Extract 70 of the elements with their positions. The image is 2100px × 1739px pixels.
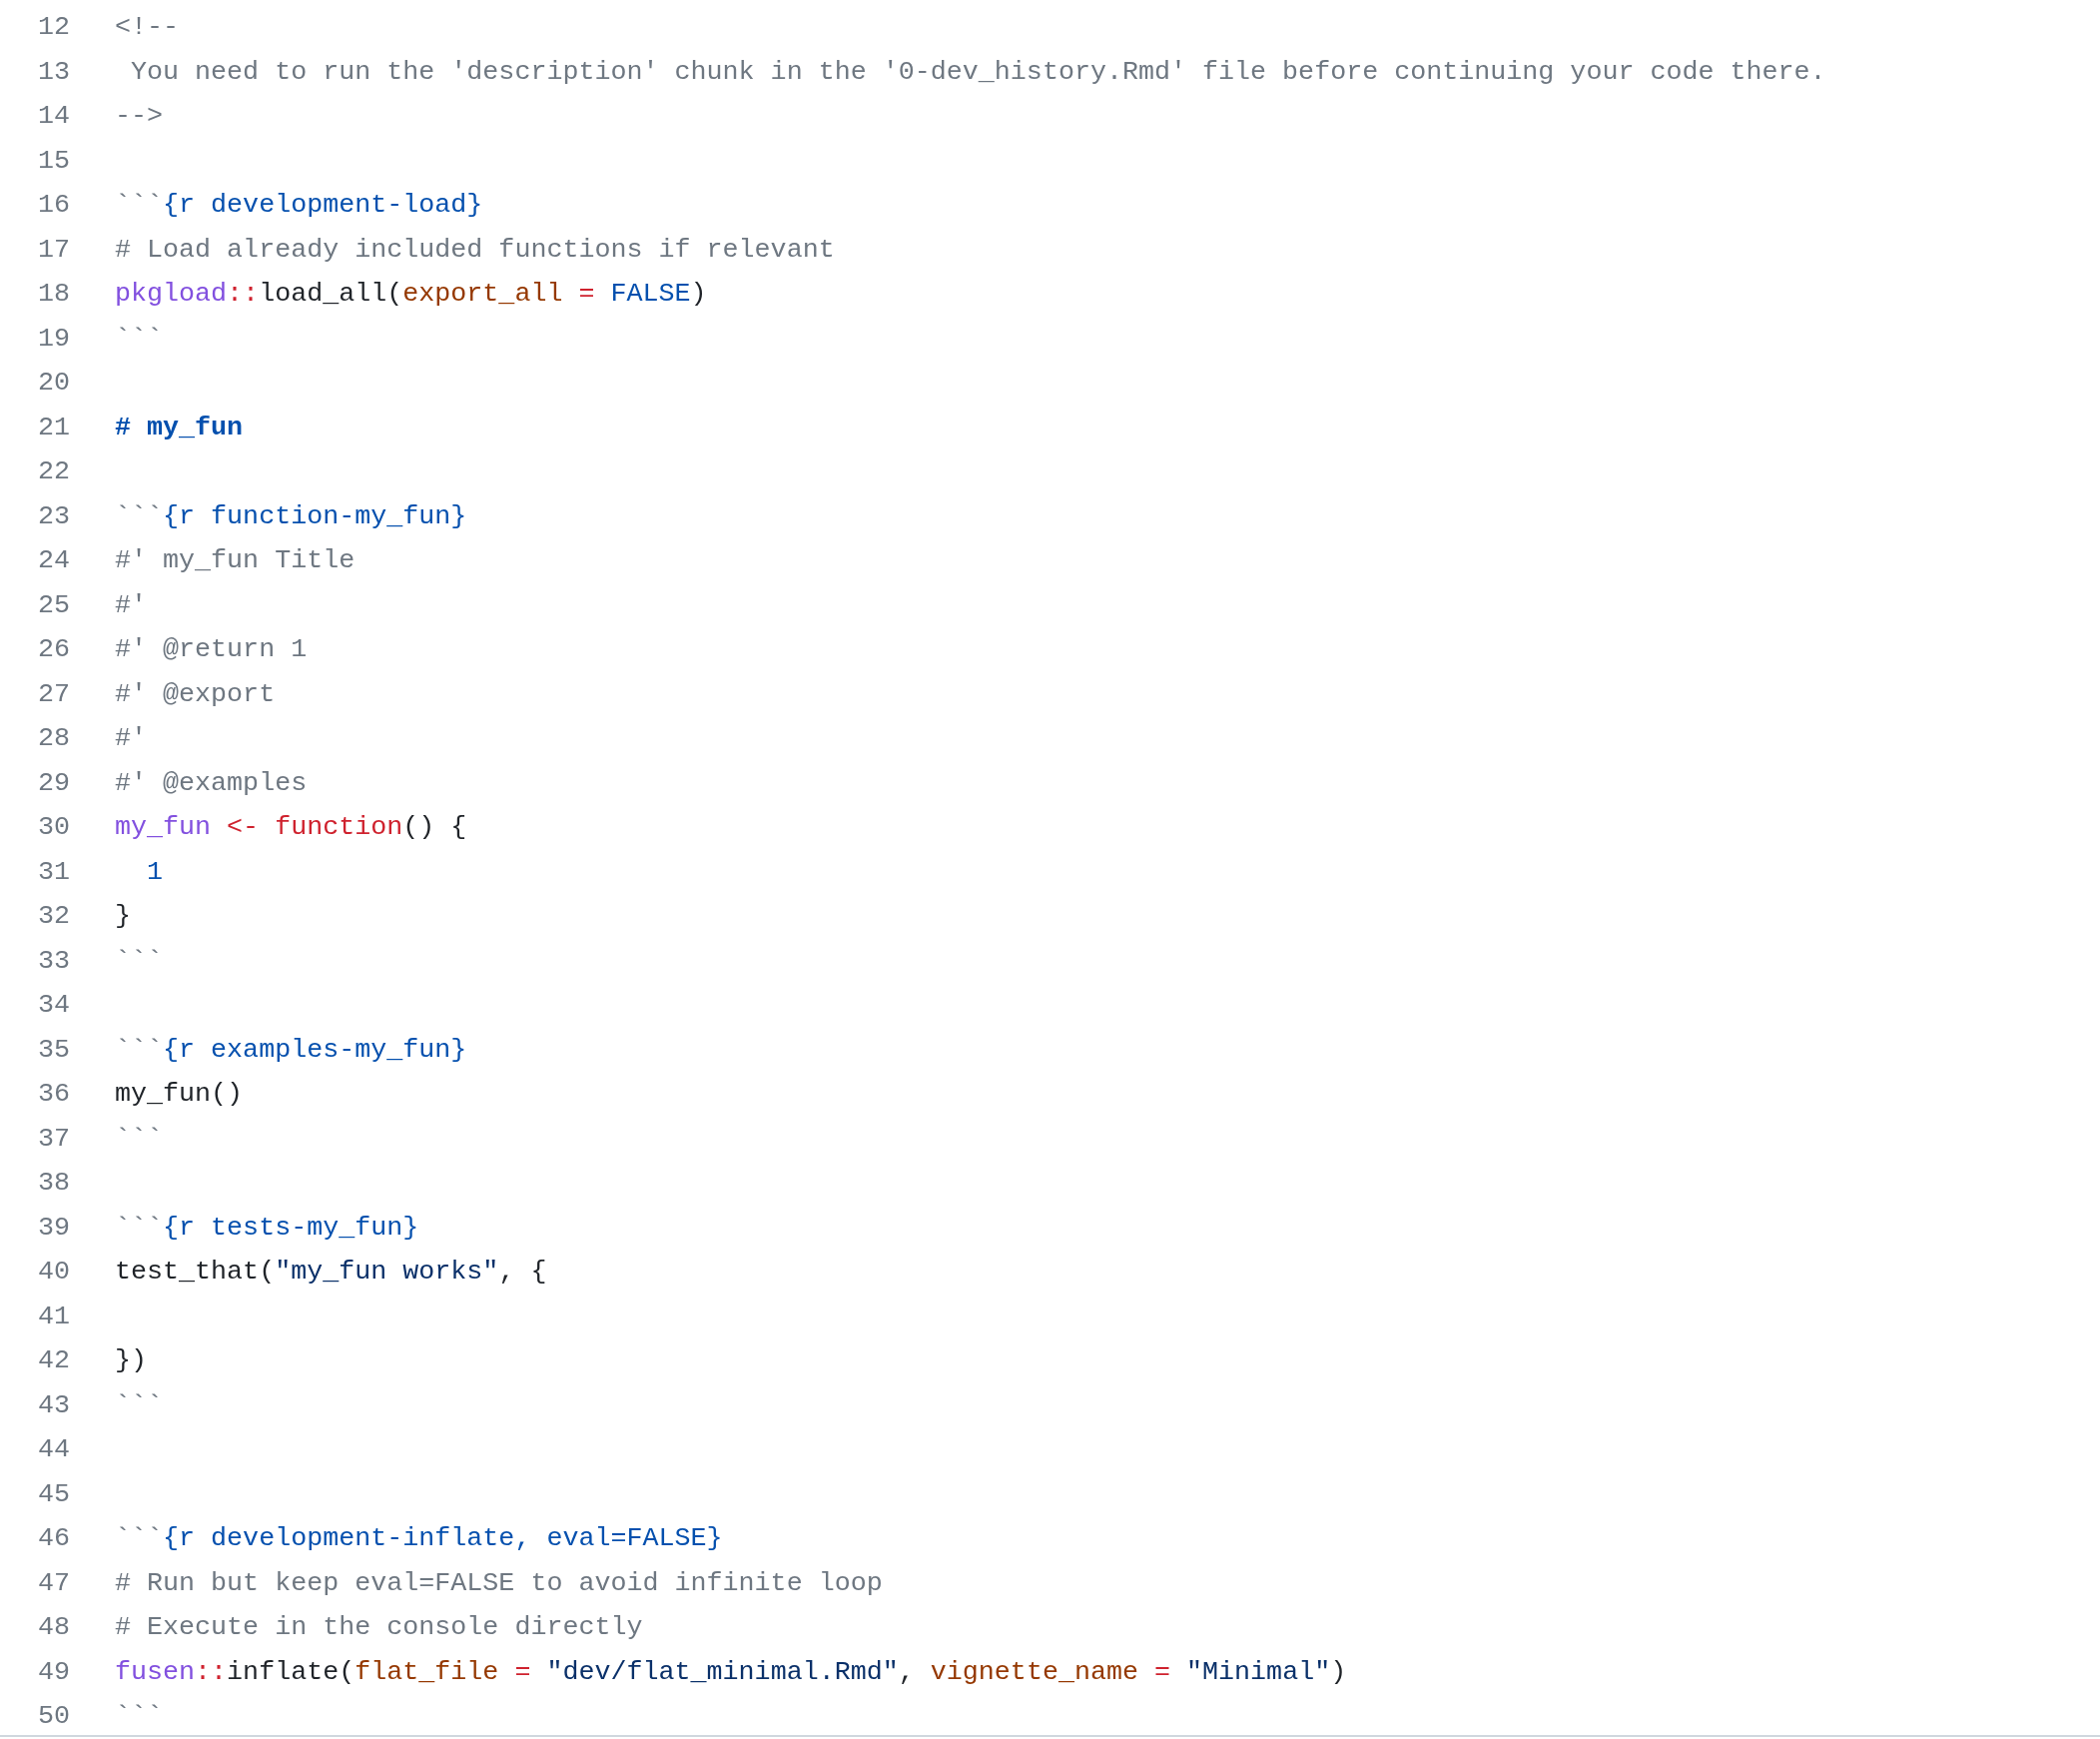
line-number: 34 — [36, 990, 70, 1021]
code-line: my_fun() — [115, 1079, 244, 1110]
line-number: 23 — [36, 500, 70, 531]
line-number: 14 — [36, 101, 70, 132]
code-line: # Run but keep eval=FALSE to avoid infinite loop — [115, 1567, 883, 1598]
code-line: #' — [115, 723, 148, 754]
code-line: #' — [115, 589, 148, 620]
line-number: 49 — [36, 1656, 70, 1687]
code-line: fusen::inflate(flat_file = "dev/flat_minimal.Rmd", vignette_name = "Minimal") — [115, 1656, 1347, 1687]
code-line: # Load already included functions if relevant — [115, 234, 835, 265]
code-line: ``` — [115, 323, 164, 354]
code-line: }) — [115, 1345, 148, 1376]
line-number: 35 — [36, 1034, 70, 1065]
line-number: 47 — [36, 1567, 70, 1598]
code-line: test_that("my_fun works", { — [115, 1257, 547, 1288]
code-line: #' @examples — [115, 767, 308, 798]
code-line: ```{r tests-my_fun} — [115, 1212, 419, 1243]
line-number: 44 — [36, 1434, 70, 1465]
line-number: 12 — [36, 12, 70, 43]
code-line: my_fun <- function() { — [115, 812, 467, 843]
code-line: ```{r development-load} — [115, 190, 483, 221]
line-number: 29 — [36, 767, 70, 798]
code-line: } — [115, 901, 131, 932]
line-number: 38 — [36, 1168, 70, 1199]
line-number: 50 — [36, 1701, 70, 1732]
code-line: 1 — [146, 856, 164, 887]
code-line: ``` — [115, 945, 164, 976]
line-number: 42 — [36, 1345, 70, 1376]
code-line: ```{r development-inflate, eval=FALSE} — [115, 1523, 723, 1554]
code-line: ``` — [115, 1389, 164, 1420]
line-number: 48 — [36, 1612, 70, 1643]
line-number: 37 — [36, 1123, 70, 1154]
code-line: ``` — [115, 1123, 164, 1154]
line-number: 20 — [36, 368, 70, 399]
code-line: # Execute in the console directly — [115, 1612, 643, 1643]
line-number: 22 — [36, 456, 70, 487]
line-number: 17 — [36, 234, 70, 265]
line-number: 39 — [36, 1212, 70, 1243]
line-number: 43 — [36, 1389, 70, 1420]
code-line: # my_fun — [115, 412, 244, 442]
line-number: 33 — [36, 945, 70, 976]
line-number: 31 — [36, 856, 70, 887]
code-line: pkgload::load_all(export_all = FALSE) — [115, 279, 707, 310]
line-number: 15 — [36, 145, 70, 176]
code-line: #' @return 1 — [115, 634, 308, 665]
line-number: 25 — [36, 589, 70, 620]
line-number: 21 — [36, 412, 70, 442]
code-line: #' @export — [115, 678, 276, 709]
code-line: <!-- — [115, 12, 180, 43]
line-number: 19 — [36, 323, 70, 354]
line-number: 27 — [36, 678, 70, 709]
line-number: 32 — [36, 901, 70, 932]
code-line: --> — [115, 101, 164, 132]
code-line: ``` — [115, 1701, 164, 1732]
line-number: 13 — [36, 56, 70, 87]
line-number: 16 — [36, 190, 70, 221]
line-number: 41 — [36, 1301, 70, 1331]
line-number: 30 — [36, 812, 70, 843]
code-line: #' my_fun Title — [115, 545, 355, 576]
code-line: ```{r function-my_fun} — [115, 500, 467, 531]
line-number: 28 — [36, 723, 70, 754]
line-number: 36 — [36, 1079, 70, 1110]
line-number: 18 — [36, 279, 70, 310]
line-number: 26 — [36, 634, 70, 665]
line-number: 24 — [36, 545, 70, 576]
line-number: 40 — [36, 1257, 70, 1288]
line-number: 46 — [36, 1523, 70, 1554]
code-line: You need to run the 'description' chunk in the '0-dev_history.Rmd' file before continuing your code there. — [130, 56, 1826, 87]
code-line: ```{r examples-my_fun} — [115, 1034, 467, 1065]
line-number: 45 — [36, 1478, 70, 1509]
